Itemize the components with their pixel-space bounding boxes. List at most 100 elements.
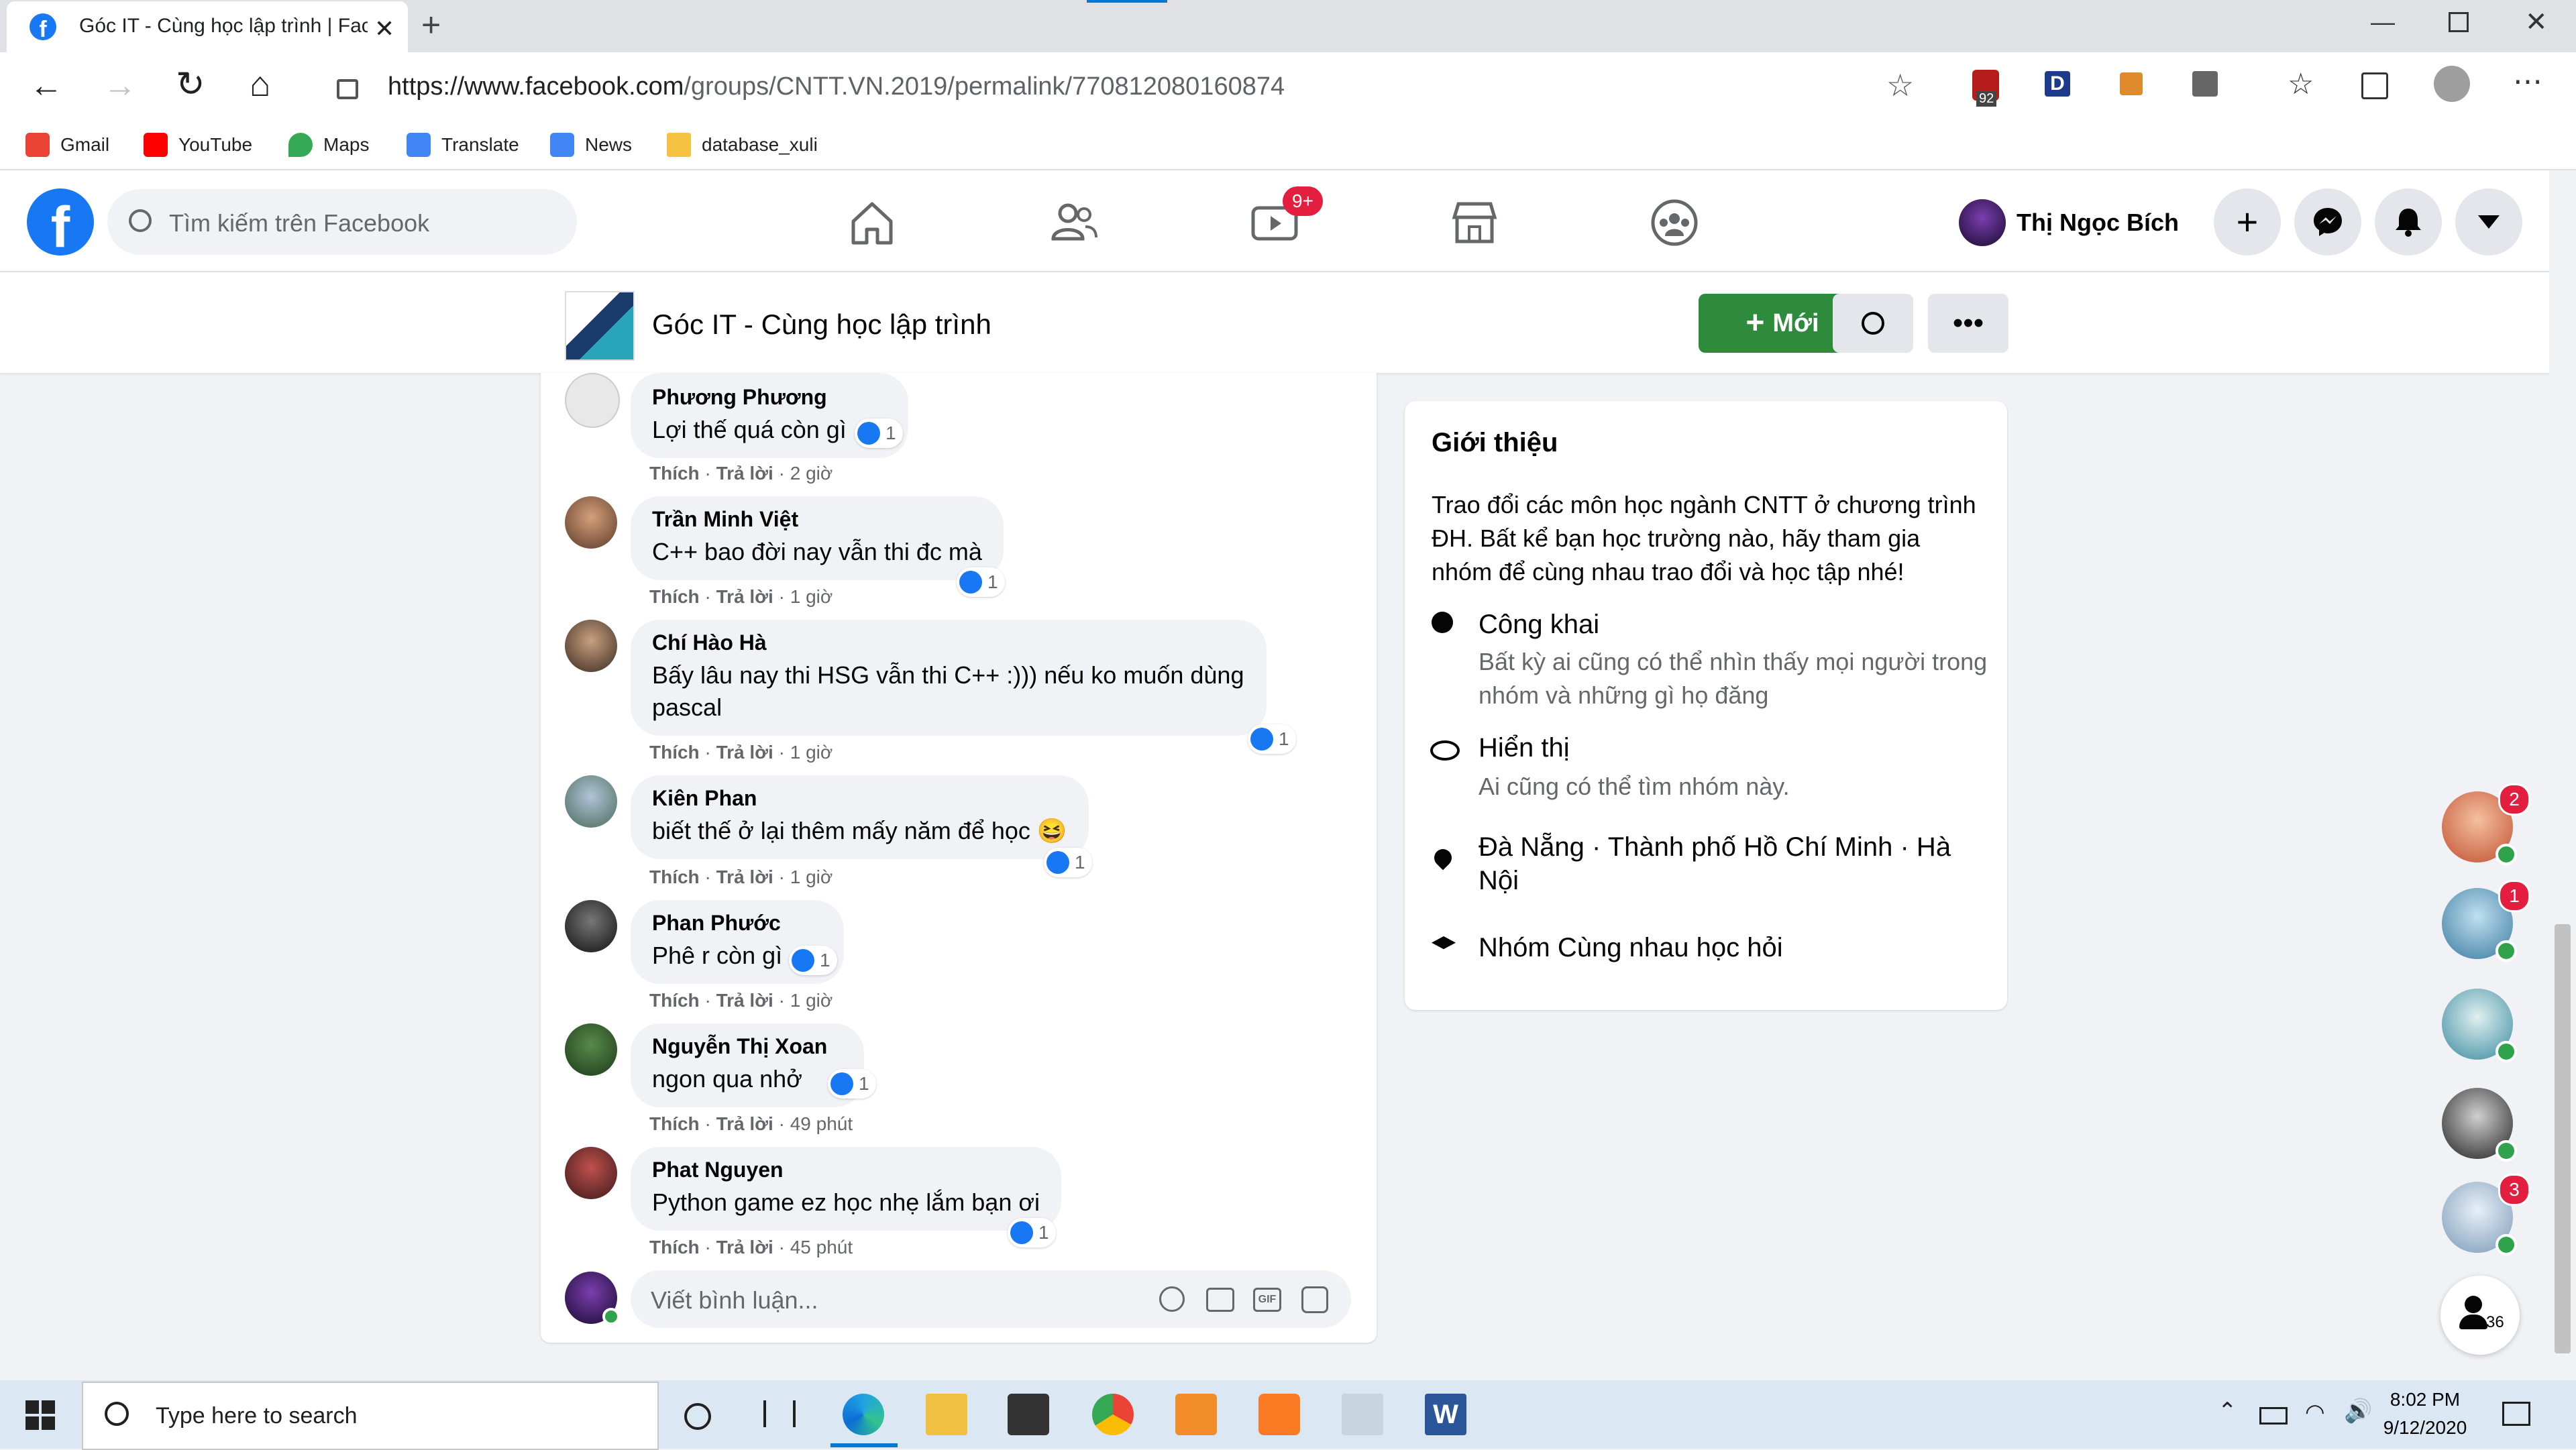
commenter-avatar[interactable] (565, 1147, 617, 1199)
commenter-name[interactable]: Phương Phương (652, 385, 887, 410)
messenger-button[interactable] (2294, 188, 2361, 256)
chrome-icon[interactable] (1092, 1394, 1134, 1435)
commenter-name[interactable]: Phan Phước (652, 911, 822, 936)
facebook-search-input[interactable]: Tìm kiếm trên Facebook (107, 189, 577, 255)
comment-time[interactable]: 2 giờ (790, 463, 833, 484)
profile-chip[interactable]: Thị Ngọc Bích (1959, 194, 2179, 251)
bookmark-youtube[interactable]: YouTube (144, 125, 252, 165)
reply-action[interactable]: Trả lời (716, 742, 773, 763)
commenter-name[interactable]: Kiên Phan (652, 786, 1067, 811)
close-tab-icon[interactable]: ✕ (374, 15, 394, 43)
favorites-list-icon[interactable]: ☆ (2288, 67, 2314, 101)
extension-d-icon[interactable]: D (2045, 71, 2070, 97)
browser-tab[interactable]: f Góc IT - Cùng học lập trình | Face ✕ (7, 1, 408, 52)
comment-time[interactable]: 1 giờ (790, 742, 833, 763)
windows-start-icon[interactable] (25, 1400, 55, 1430)
reaction-count[interactable]: 1 (828, 1069, 876, 1099)
task-view-icon[interactable] (763, 1400, 796, 1427)
reply-action[interactable]: Trả lời (716, 586, 773, 607)
forward-icon[interactable]: → (103, 66, 137, 105)
emoji-icon[interactable] (1159, 1286, 1185, 1312)
address-bar[interactable]: https://www.facebook.com/groups/CNTT.VN.… (314, 60, 1914, 113)
reaction-count[interactable]: 1 (1044, 848, 1092, 877)
xampp-icon[interactable] (1258, 1394, 1300, 1435)
close-window-icon[interactable]: ✕ (2525, 7, 2548, 38)
like-action[interactable]: Thích (649, 463, 700, 484)
friends-nav-icon[interactable] (1045, 194, 1102, 251)
reaction-count[interactable]: 1 (1248, 724, 1296, 754)
sticker-icon[interactable] (1301, 1286, 1328, 1313)
comment-time[interactable]: 1 giờ (790, 990, 833, 1011)
bookmark-translate[interactable]: Translate (407, 125, 519, 165)
page-scrollbar[interactable] (2549, 170, 2576, 1380)
edge-taskbar-icon[interactable] (843, 1394, 884, 1435)
commenter-avatar[interactable] (565, 1023, 617, 1076)
group-more-button[interactable]: ••• (1928, 294, 2008, 353)
bookmark-news[interactable]: News (550, 125, 632, 165)
extension-hammer-icon[interactable] (2120, 72, 2143, 95)
comment-time[interactable]: 1 giờ (790, 867, 833, 887)
reply-action[interactable]: Trả lời (716, 990, 773, 1011)
show-hidden-icons[interactable]: ⌃ (2218, 1398, 2237, 1425)
reply-action[interactable]: Trả lời (716, 1237, 773, 1258)
reaction-count[interactable]: 1 (957, 567, 1005, 597)
facebook-logo-icon[interactable]: f (27, 188, 94, 256)
word-icon[interactable]: W (1425, 1394, 1466, 1435)
groups-nav-icon[interactable] (1646, 194, 1703, 251)
group-title[interactable]: Góc IT - Cùng học lập trình (652, 309, 991, 341)
commenter-avatar[interactable] (565, 620, 617, 672)
marketplace-nav-icon[interactable] (1446, 194, 1503, 251)
snipping-tool-icon[interactable] (1342, 1394, 1383, 1435)
like-action[interactable]: Thích (649, 586, 700, 607)
new-tab-icon[interactable]: + (421, 5, 441, 44)
reply-action[interactable]: Trả lời (716, 463, 773, 484)
reaction-count[interactable]: 1 (1008, 1218, 1056, 1247)
commenter-avatar[interactable] (565, 496, 617, 549)
refresh-icon[interactable]: ↻ (176, 64, 205, 105)
maximize-icon[interactable] (2449, 12, 2469, 32)
reply-action[interactable]: Trả lời (716, 867, 773, 887)
gif-icon[interactable]: GIF (1253, 1288, 1281, 1312)
volume-icon[interactable]: 🔊 (2344, 1398, 2372, 1425)
favorite-star-icon[interactable]: ☆ (1886, 67, 1914, 103)
more-options-icon[interactable]: ⋯ (2513, 64, 2542, 99)
camera-icon[interactable] (1206, 1288, 1234, 1312)
comment-time[interactable]: 49 phút (790, 1113, 853, 1134)
commenter-name[interactable]: Nguyễn Thị Xoan (652, 1034, 843, 1059)
like-action[interactable]: Thích (649, 742, 700, 763)
bookmark-folder-database[interactable]: database_xuli (667, 125, 818, 165)
bookmark-gmail[interactable]: Gmail (25, 125, 109, 165)
cortana-icon[interactable] (684, 1403, 711, 1430)
commenter-name[interactable]: Trần Minh Việt (652, 507, 982, 532)
commenter-avatar[interactable] (565, 775, 617, 828)
extension-puzzle-icon[interactable] (2192, 71, 2218, 97)
commenter-name[interactable]: Phat Nguyen (652, 1158, 1040, 1182)
commenter-name[interactable]: Chí Hào Hà (652, 630, 1245, 655)
create-button[interactable]: + (2214, 188, 2281, 256)
wifi-icon[interactable]: ◠ (2305, 1399, 2325, 1426)
like-action[interactable]: Thích (649, 1113, 700, 1134)
scrollbar-thumb[interactable] (2555, 924, 2571, 1353)
reaction-count[interactable]: 1 (789, 946, 837, 975)
group-cover-thumbnail[interactable] (565, 291, 635, 361)
sublime-text-icon[interactable] (1175, 1394, 1217, 1435)
home-nav-icon[interactable] (844, 194, 900, 251)
account-menu-button[interactable] (2455, 188, 2522, 256)
commenter-avatar[interactable] (565, 373, 620, 428)
home-icon[interactable]: ⌂ (250, 64, 270, 105)
profile-icon[interactable] (2434, 66, 2470, 102)
back-icon[interactable]: ← (30, 66, 63, 105)
notifications-button[interactable] (2375, 188, 2442, 256)
minimize-icon[interactable]: — (2371, 8, 2395, 36)
commenter-avatar[interactable] (565, 900, 617, 952)
collections-icon[interactable] (2361, 72, 2388, 99)
like-action[interactable]: Thích (649, 1237, 700, 1258)
bookmark-maps[interactable]: Maps (288, 125, 369, 165)
reaction-count[interactable]: 1 (855, 419, 903, 448)
taskbar-search-box[interactable]: Type here to search (82, 1382, 659, 1450)
system-clock[interactable]: 8:02 PM 9/12/2020 (2375, 1386, 2475, 1442)
like-action[interactable]: Thích (649, 867, 700, 887)
group-search-button[interactable] (1833, 294, 1913, 353)
battery-icon[interactable] (2259, 1407, 2288, 1425)
contacts-button[interactable]: 36 (2440, 1276, 2520, 1355)
